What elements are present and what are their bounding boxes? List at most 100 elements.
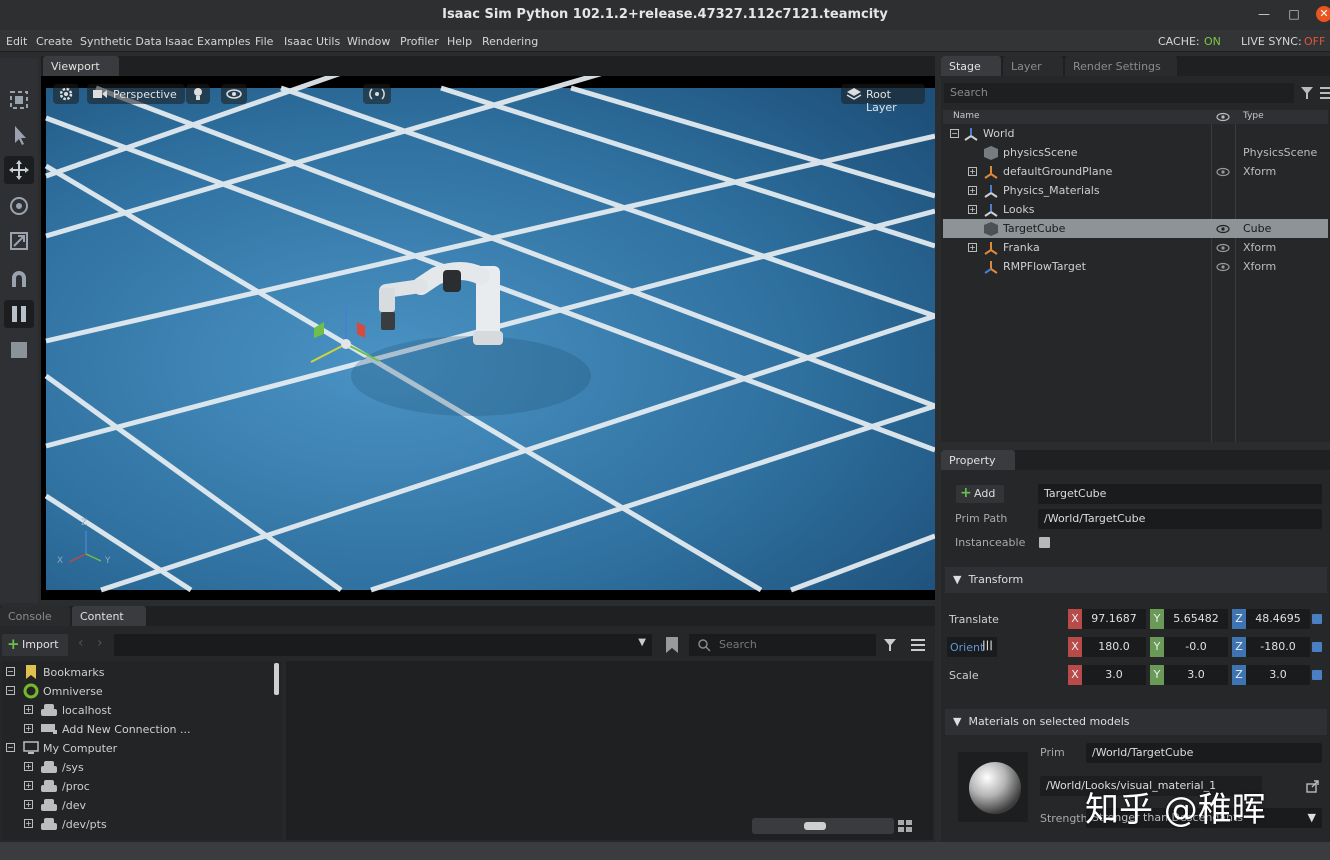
translate-z-input[interactable]: 48.4695 — [1246, 609, 1310, 629]
orient-z-input[interactable]: -180.0 — [1246, 637, 1310, 657]
content-search-input[interactable]: Search — [689, 634, 876, 656]
import-button[interactable]: + Import — [2, 634, 68, 656]
tree-item-sys[interactable]: + /sys — [2, 758, 282, 777]
light-icon[interactable] — [186, 84, 210, 104]
visibility-icon[interactable] — [1216, 166, 1230, 178]
expand-icon[interactable]: + — [24, 762, 33, 771]
tree-scrollbar[interactable] — [274, 663, 279, 695]
expand-icon[interactable]: + — [24, 800, 33, 809]
tab-property[interactable]: Property — [941, 450, 1015, 470]
tab-content[interactable]: Content — [72, 606, 146, 626]
scale-key-icon[interactable] — [1312, 670, 1322, 680]
snap-icon[interactable] — [4, 265, 34, 293]
back-icon[interactable]: ‹ — [78, 635, 84, 651]
stop-icon[interactable] — [4, 336, 34, 364]
stage-row-physics-materials[interactable]: + Physics_Materials — [943, 181, 1328, 200]
tree-item-bookmarks[interactable]: − Bookmarks — [2, 663, 282, 682]
menu-file[interactable]: File — [255, 35, 273, 48]
prim-name-input[interactable]: TargetCube — [1038, 484, 1322, 504]
stage-row-physicsscene[interactable]: physicsScene PhysicsScene — [943, 143, 1328, 162]
tree-item-omniverse[interactable]: − Omniverse — [2, 682, 282, 701]
tab-viewport[interactable]: Viewport — [43, 56, 119, 76]
visibility-icon[interactable] — [221, 84, 247, 104]
forward-icon[interactable]: › — [97, 635, 103, 651]
menu-profiler[interactable]: Profiler — [400, 35, 439, 48]
menu-synthetic-data[interactable]: Synthetic Data — [80, 35, 162, 48]
collapse-icon[interactable]: − — [950, 129, 959, 138]
tab-layer[interactable]: Layer — [1003, 56, 1063, 76]
visibility-icon[interactable] — [1216, 261, 1230, 273]
menu-isaac-utils[interactable]: Isaac Utils — [284, 35, 340, 48]
root-layer-selector[interactable]: Root Layer — [841, 84, 925, 114]
close-button[interactable]: ✕ — [1316, 6, 1330, 22]
expand-icon[interactable]: + — [24, 819, 33, 828]
expand-icon[interactable]: + — [24, 781, 33, 790]
content-menu-icon[interactable] — [910, 637, 926, 653]
tree-item-dev[interactable]: + /dev — [2, 796, 282, 815]
expand-icon[interactable]: + — [24, 724, 33, 733]
transform-section-header[interactable]: ▼ Transform — [945, 567, 1327, 593]
viewport[interactable]: Z X Y Perspective Root Layer — [41, 76, 935, 600]
visibility-icon[interactable] — [1216, 242, 1230, 254]
grid-view-icon[interactable] — [897, 819, 913, 833]
tree-item-my-computer[interactable]: − My Computer — [2, 739, 282, 758]
menu-create[interactable]: Create — [36, 35, 73, 48]
expand-icon[interactable]: + — [968, 243, 977, 252]
prim-path-input[interactable]: /World/TargetCube — [1038, 509, 1322, 529]
thumbnail-size-slider[interactable] — [752, 818, 894, 834]
orient-x-input[interactable]: 180.0 — [1082, 637, 1146, 657]
orient-y-input[interactable]: -0.0 — [1164, 637, 1228, 657]
translate-y-input[interactable]: 5.65482 — [1164, 609, 1228, 629]
rotate-icon[interactable] — [4, 192, 34, 220]
camera-selector[interactable]: Perspective — [87, 84, 185, 104]
menu-window[interactable]: Window — [347, 35, 390, 48]
maximize-button[interactable]: □ — [1286, 6, 1302, 22]
scale-z-input[interactable]: 3.0 — [1246, 665, 1310, 685]
stage-menu-icon[interactable] — [1319, 85, 1330, 101]
collapse-icon[interactable]: − — [6, 743, 15, 752]
share-icon[interactable] — [1306, 779, 1320, 793]
menu-help[interactable]: Help — [447, 35, 472, 48]
translate-x-input[interactable]: 97.1687 — [1082, 609, 1146, 629]
add-button[interactable]: + Add — [956, 485, 1004, 503]
tree-item-dev-pts[interactable]: + /dev/pts — [2, 815, 282, 834]
stage-row-looks[interactable]: + Looks — [943, 200, 1328, 219]
stage-row-world[interactable]: − World — [943, 124, 1328, 143]
tab-render-settings[interactable]: Render Settings — [1065, 56, 1177, 76]
stage-row-targetcube[interactable]: TargetCube Cube — [943, 219, 1328, 238]
path-input[interactable]: ▼ — [114, 634, 652, 656]
scale-y-input[interactable]: 3.0 — [1164, 665, 1228, 685]
expand-icon[interactable]: + — [24, 705, 33, 714]
stage-row-rmpflowtarget[interactable]: RMPFlowTarget Xform — [943, 257, 1328, 276]
collapse-icon[interactable]: − — [6, 667, 15, 676]
translate-key-icon[interactable] — [1312, 614, 1322, 624]
scale-icon[interactable] — [4, 227, 34, 255]
tab-console[interactable]: Console — [0, 606, 70, 626]
scale-x-input[interactable]: 3.0 — [1082, 665, 1146, 685]
expand-icon[interactable]: + — [968, 205, 977, 214]
materials-section-header[interactable]: ▼ Materials on selected models — [945, 709, 1327, 735]
move-icon[interactable] — [4, 156, 34, 184]
stage-row-defaultgroundplane[interactable]: + defaultGroundPlane Xform — [943, 162, 1328, 181]
visibility-icon[interactable] — [1216, 223, 1230, 235]
menu-isaac-examples[interactable]: Isaac Examples — [165, 35, 250, 48]
filter-icon[interactable] — [882, 637, 898, 653]
settings-icon[interactable] — [53, 84, 79, 104]
stage-row-franka[interactable]: + Franka Xform — [943, 238, 1328, 257]
tree-item-proc[interactable]: + /proc — [2, 777, 282, 796]
select-arrow-icon[interactable] — [4, 121, 34, 149]
live-sync-value[interactable]: OFF — [1304, 35, 1325, 48]
broadcast-icon[interactable] — [363, 84, 391, 104]
collapse-icon[interactable]: − — [6, 686, 15, 695]
instanceable-checkbox[interactable] — [1039, 537, 1050, 548]
cache-value[interactable]: ON — [1204, 35, 1221, 48]
menu-edit[interactable]: Edit — [6, 35, 27, 48]
minimize-button[interactable]: — — [1256, 6, 1272, 22]
orient-key-icon[interactable] — [1312, 642, 1322, 652]
pause-icon[interactable] — [4, 300, 34, 328]
tab-stage[interactable]: Stage — [941, 56, 1001, 76]
slider-handle[interactable] — [804, 822, 826, 830]
select-mode-icon[interactable] — [4, 86, 34, 114]
tree-item-localhost[interactable]: + localhost — [2, 701, 282, 720]
expand-icon[interactable]: + — [968, 186, 977, 195]
